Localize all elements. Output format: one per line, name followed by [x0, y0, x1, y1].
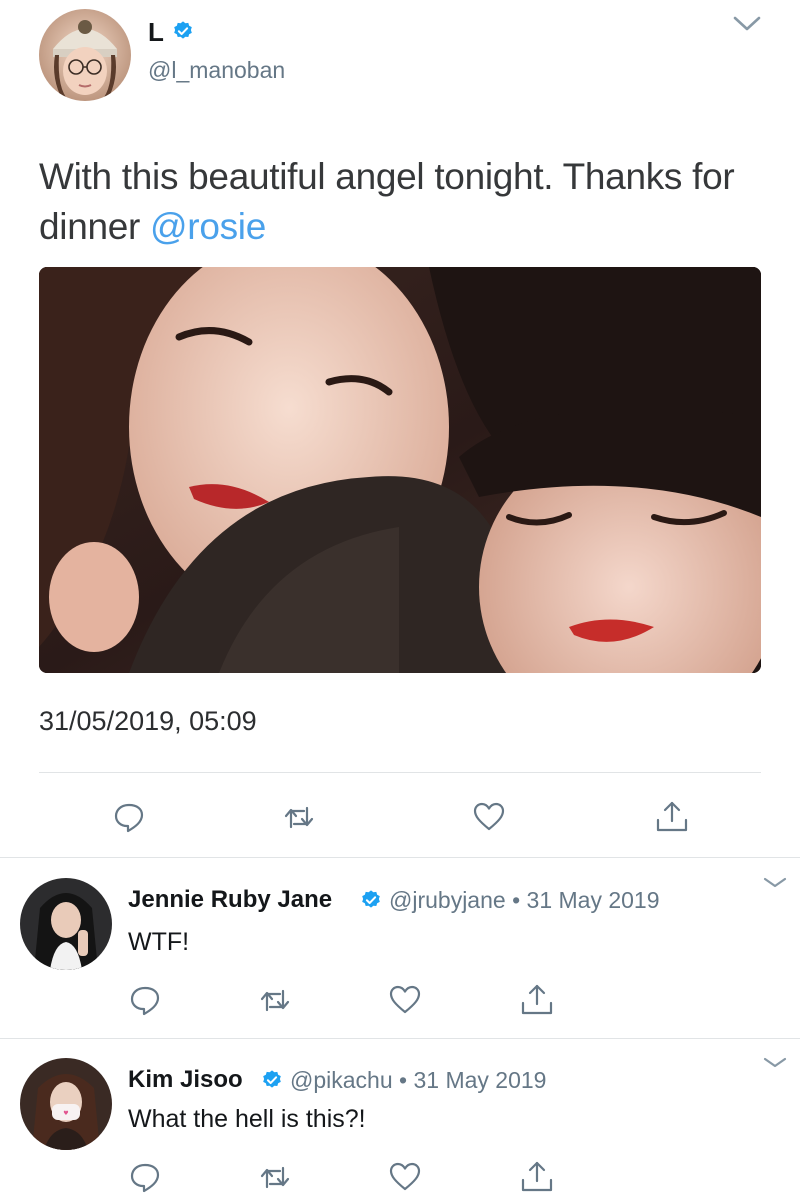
verified-badge-icon [261, 1069, 283, 1091]
like-icon[interactable] [472, 800, 506, 834]
share-icon[interactable] [520, 1160, 554, 1194]
share-icon[interactable] [655, 800, 689, 834]
reply-icon[interactable] [128, 983, 162, 1017]
reply-icon[interactable] [128, 1160, 162, 1194]
reply-date[interactable]: 31 May 2019 [413, 1067, 546, 1093]
divider [0, 1038, 800, 1039]
tweet-photo[interactable] [39, 267, 761, 673]
author-name[interactable]: L [148, 17, 164, 48]
meta-separator: • [399, 1067, 408, 1093]
like-icon[interactable] [388, 983, 422, 1017]
chevron-down-icon[interactable] [760, 1053, 790, 1073]
mention-link[interactable]: @rosie [150, 206, 266, 247]
author-avatar[interactable] [39, 9, 131, 101]
like-icon[interactable] [388, 1160, 422, 1194]
divider [0, 857, 800, 858]
chevron-down-icon[interactable] [732, 14, 762, 34]
meta-separator: • [512, 887, 521, 913]
verified-badge-icon [360, 889, 382, 911]
reply-handle[interactable]: @pikachu [290, 1067, 393, 1093]
reply-date[interactable]: 31 May 2019 [527, 887, 660, 913]
retweet-icon[interactable] [258, 983, 292, 1017]
svg-text:♥: ♥ [63, 1110, 68, 1117]
reply-avatar[interactable]: ♥ [20, 1058, 112, 1150]
tweet-timestamp[interactable]: 31/05/2019, 05:09 [39, 706, 257, 737]
share-icon[interactable] [520, 983, 554, 1017]
tweet-body: With this beautiful angel tonight. Thank… [39, 156, 735, 247]
verified-badge-icon [172, 20, 194, 42]
reply-icon[interactable] [112, 800, 146, 834]
retweet-icon[interactable] [282, 800, 316, 834]
reply-meta: @jrubyjane • 31 May 2019 [389, 887, 660, 914]
retweet-icon[interactable] [258, 1160, 292, 1194]
reply-avatar[interactable] [20, 878, 112, 970]
chevron-down-icon[interactable] [760, 873, 790, 893]
reply-text: WTF! [128, 928, 190, 956]
divider [39, 772, 761, 773]
reply-author-name[interactable]: Kim Jisoo [128, 1066, 243, 1094]
reply-handle[interactable]: @jrubyjane [389, 887, 506, 913]
author-handle[interactable]: @l_manoban [148, 57, 285, 84]
tweet-text: With this beautiful angel tonight. Thank… [39, 152, 769, 252]
reply-meta: @pikachu • 31 May 2019 [290, 1067, 546, 1094]
reply-author-name[interactable]: Jennie Ruby Jane [128, 886, 332, 914]
reply-text: What the hell is this?! [128, 1105, 366, 1133]
